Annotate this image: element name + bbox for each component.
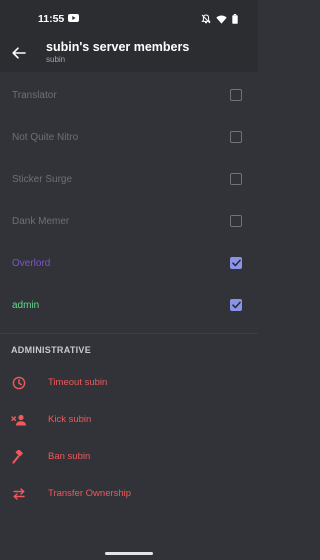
administrative-actions: Timeout subin Kick subin Ban subin Trans… (0, 364, 258, 512)
status-bar: 11:55 (0, 0, 258, 38)
action-label: Kick subin (48, 414, 92, 425)
transfer-arrows-icon (11, 486, 27, 502)
role-row-overlord[interactable]: Overlord (0, 242, 258, 284)
administrative-heading: ADMINISTRATIVE (11, 345, 92, 355)
top-bar: 11:55 subin's server members subin (0, 0, 258, 72)
battery-icon (232, 14, 238, 24)
role-label: Dank Memer (12, 215, 70, 227)
status-left: 11:55 (38, 13, 80, 25)
role-checkbox[interactable] (230, 131, 242, 143)
role-row-not-quite-nitro[interactable]: Not Quite Nitro (0, 116, 258, 158)
kick-user-icon (11, 412, 27, 428)
role-label: Translator (12, 89, 57, 101)
action-label: Timeout subin (48, 377, 108, 388)
home-indicator[interactable] (105, 552, 153, 555)
wifi-icon (216, 15, 227, 24)
back-button[interactable] (10, 44, 28, 62)
youtube-icon (68, 13, 80, 25)
back-arrow-icon (12, 47, 26, 59)
role-row-dank-memer[interactable]: Dank Memer (0, 200, 258, 242)
timeout-button[interactable]: Timeout subin (0, 364, 258, 401)
kick-button[interactable]: Kick subin (0, 401, 258, 438)
role-checkbox[interactable] (230, 173, 242, 185)
role-checkbox-checked[interactable] (230, 257, 242, 269)
role-checkbox-checked[interactable] (230, 299, 242, 311)
role-row-translator[interactable]: Translator (0, 74, 258, 116)
ban-button[interactable]: Ban subin (0, 438, 258, 475)
action-label: Ban subin (48, 451, 91, 462)
page-title: subin's server members (46, 40, 190, 54)
app-header: subin's server members subin (0, 38, 258, 72)
role-label: admin (12, 299, 40, 311)
status-time: 11:55 (38, 13, 65, 25)
action-label: Transfer Ownership (48, 488, 132, 499)
role-label: Not Quite Nitro (12, 131, 79, 143)
clock-icon (11, 375, 27, 391)
role-label: Overlord (12, 257, 51, 269)
hammer-icon (11, 449, 27, 465)
notifications-off-icon (201, 14, 211, 24)
status-right (201, 14, 238, 24)
role-checkbox[interactable] (230, 89, 242, 101)
checkmark-icon (231, 301, 241, 309)
role-label: Sticker Surge (12, 173, 73, 185)
page-subtitle: subin (46, 55, 66, 64)
transfer-ownership-button[interactable]: Transfer Ownership (0, 475, 258, 512)
role-row-sticker-surge[interactable]: Sticker Surge (0, 158, 258, 200)
roles-list: Translator Not Quite Nitro Sticker Surge… (0, 74, 258, 326)
role-row-admin[interactable]: admin (0, 284, 258, 326)
header-text: subin's server members subin (46, 40, 189, 65)
member-roles-screen: 11:55 subin's server members subin Trans… (0, 0, 258, 560)
checkmark-icon (231, 259, 241, 267)
role-checkbox[interactable] (230, 215, 242, 227)
